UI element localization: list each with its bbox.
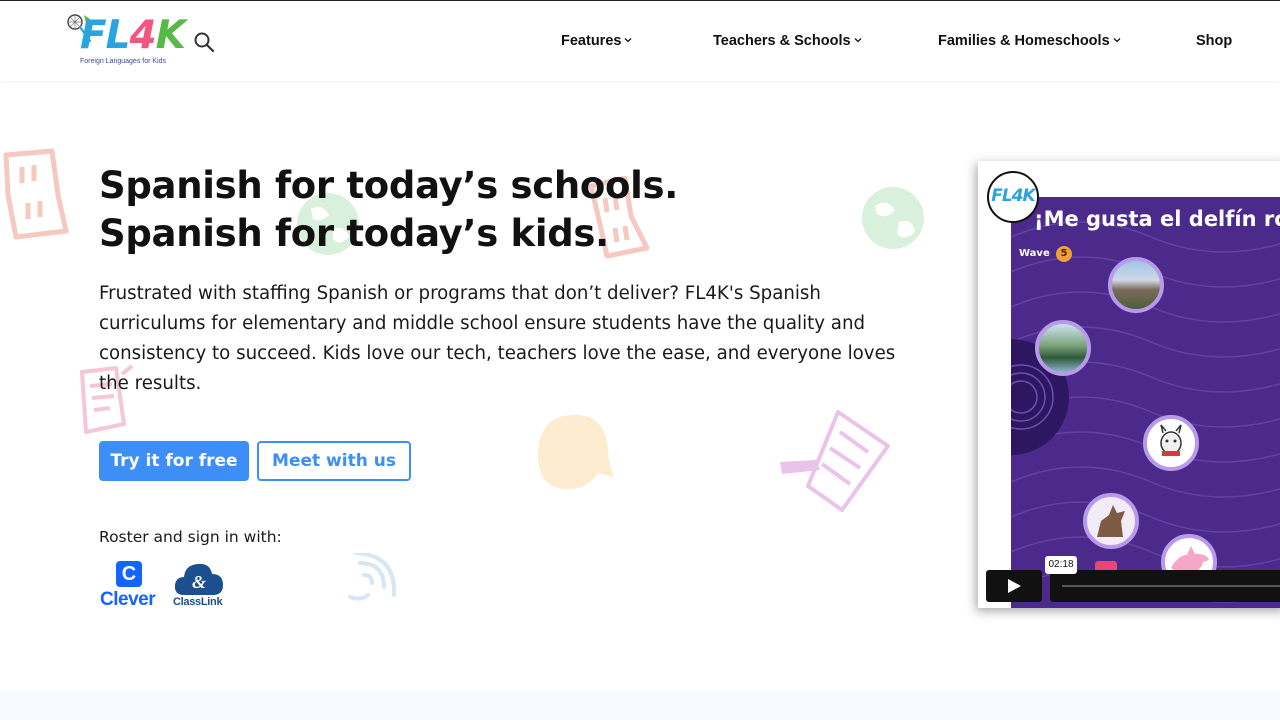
sound-waves-doodle-icon [348,553,397,601]
play-button[interactable] [986,570,1042,602]
video-title: ¡Me gusta el delfín ro [1034,207,1280,231]
wave-number-badge: 5 [1056,246,1072,262]
fl4k-logo[interactable]: FL4K Foreign Languages for Kids [66,13,186,73]
clever-logo-icon: C [116,561,142,587]
chevron-down-icon [624,38,632,43]
wave-label: Wave [1019,248,1050,259]
try-for-free-button[interactable]: Try it for free [99,441,249,481]
headline-line-1: Spanish for today’s schools. [99,164,679,207]
globe-doodle-icon [862,187,924,249]
logo-tagline: Foreign Languages for Kids [80,58,166,65]
chevron-down-icon [1113,38,1121,43]
coyote-icon [1097,505,1125,537]
site-header: FL4K Foreign Languages for Kids Features… [0,0,1280,81]
video-player[interactable]: FL4K ¡Me gusta el delfín ro Wave 5 02:18 [978,161,1280,608]
play-icon [1008,579,1021,593]
meet-with-us-button[interactable]: Meet with us [257,441,411,481]
chevron-down-icon [854,38,861,43]
pencil-paper-doodle-icon [780,410,890,512]
roster-label: Roster and sign in with: [99,528,282,546]
nav-teachers-schools[interactable]: Teachers & Schools [713,33,862,49]
nav-teachers-label: Teachers & Schools [713,33,851,49]
headline-line-2: Spanish for today’s kids. [99,212,609,255]
sign-doodle-icon [3,148,69,240]
llama-icon [1160,424,1182,456]
nav-families-homeschools[interactable]: Families & Homeschools [938,33,1121,49]
video-frame[interactable] [1011,197,1280,608]
video-logo-text: FL4K [991,186,1035,206]
lake-picture-bubble [1035,320,1091,376]
classlink-cloud-icon: & [174,563,223,595]
llama-picture-bubble [1143,415,1199,471]
clever-label: Clever [100,589,156,610]
next-section-edge [0,690,1280,720]
svg-text:&: & [192,572,206,592]
seek-track [1062,585,1280,587]
hero-description: Frustrated with staffing Spanish or prog… [99,283,896,394]
coyote-picture-bubble [1083,493,1139,549]
video-seekbar[interactable] [1050,570,1280,602]
logo-wordmark: FL4K [80,13,186,58]
classlink-login-button[interactable]: & ClassLink [172,561,228,611]
search-icon[interactable] [192,30,216,54]
video-fl4k-badge: FL4K [987,171,1039,223]
nav-features[interactable]: Features [561,33,632,49]
speech-bubble-doodle-icon [538,414,614,490]
hero-headline: Spanish for today’s schools. Spanish for… [99,162,678,258]
nav-families-label: Families & Homeschools [938,33,1110,49]
classlink-label: ClassLink [173,596,223,608]
clever-login-button[interactable]: C Clever [100,561,158,611]
nav-shop[interactable]: Shop [1196,33,1232,49]
nav-features-label: Features [561,33,622,49]
mountain-picture-bubble [1108,257,1164,313]
time-tooltip: 02:18 [1045,556,1077,574]
